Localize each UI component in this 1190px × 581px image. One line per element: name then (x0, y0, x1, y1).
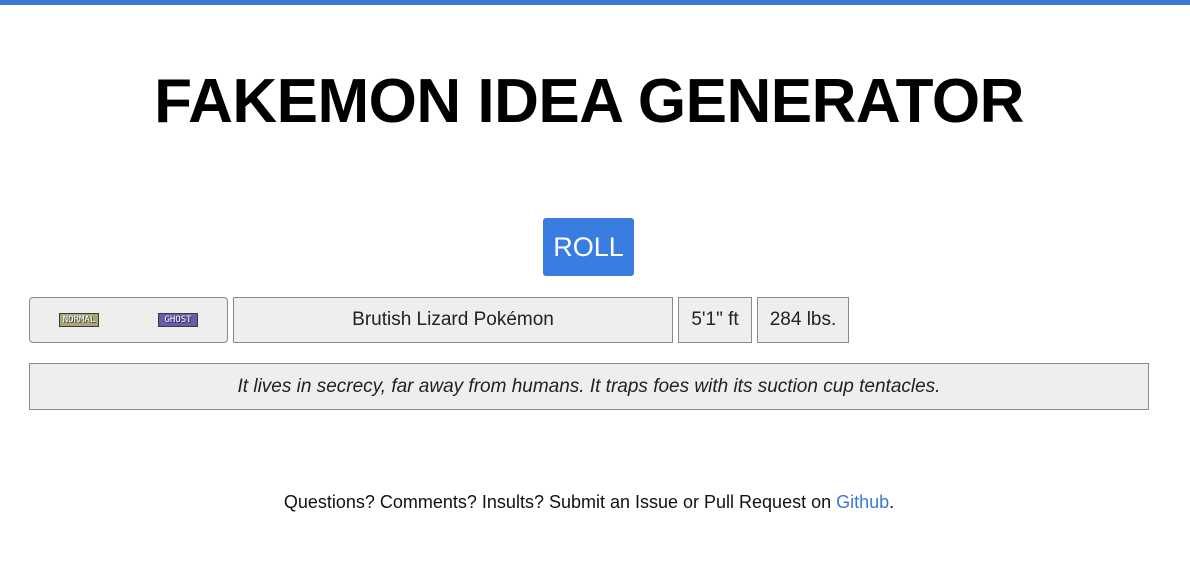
weight-box: 284 lbs. (757, 297, 849, 343)
types-box: NORMAL GHOST (29, 297, 228, 343)
top-accent-bar (0, 0, 1190, 5)
type-badge-ghost: GHOST (158, 313, 198, 327)
page-title: FAKEMON IDEA GENERATOR (154, 67, 1024, 136)
footer-period: . (889, 492, 895, 512)
pokedex-description: It lives in secrecy, far away from human… (29, 363, 1149, 410)
footer-text: Questions? Comments? Insults? Submit an … (283, 492, 837, 512)
height-box: 5'1" ft (678, 297, 752, 343)
footer: Questions? Comments? Insults? Submit an … (0, 489, 1178, 515)
species-box: Brutish Lizard Pokémon (233, 297, 673, 343)
type-badge-normal: NORMAL (59, 313, 99, 327)
roll-button[interactable]: ROLL (543, 218, 634, 276)
github-link[interactable]: Github (836, 492, 889, 512)
